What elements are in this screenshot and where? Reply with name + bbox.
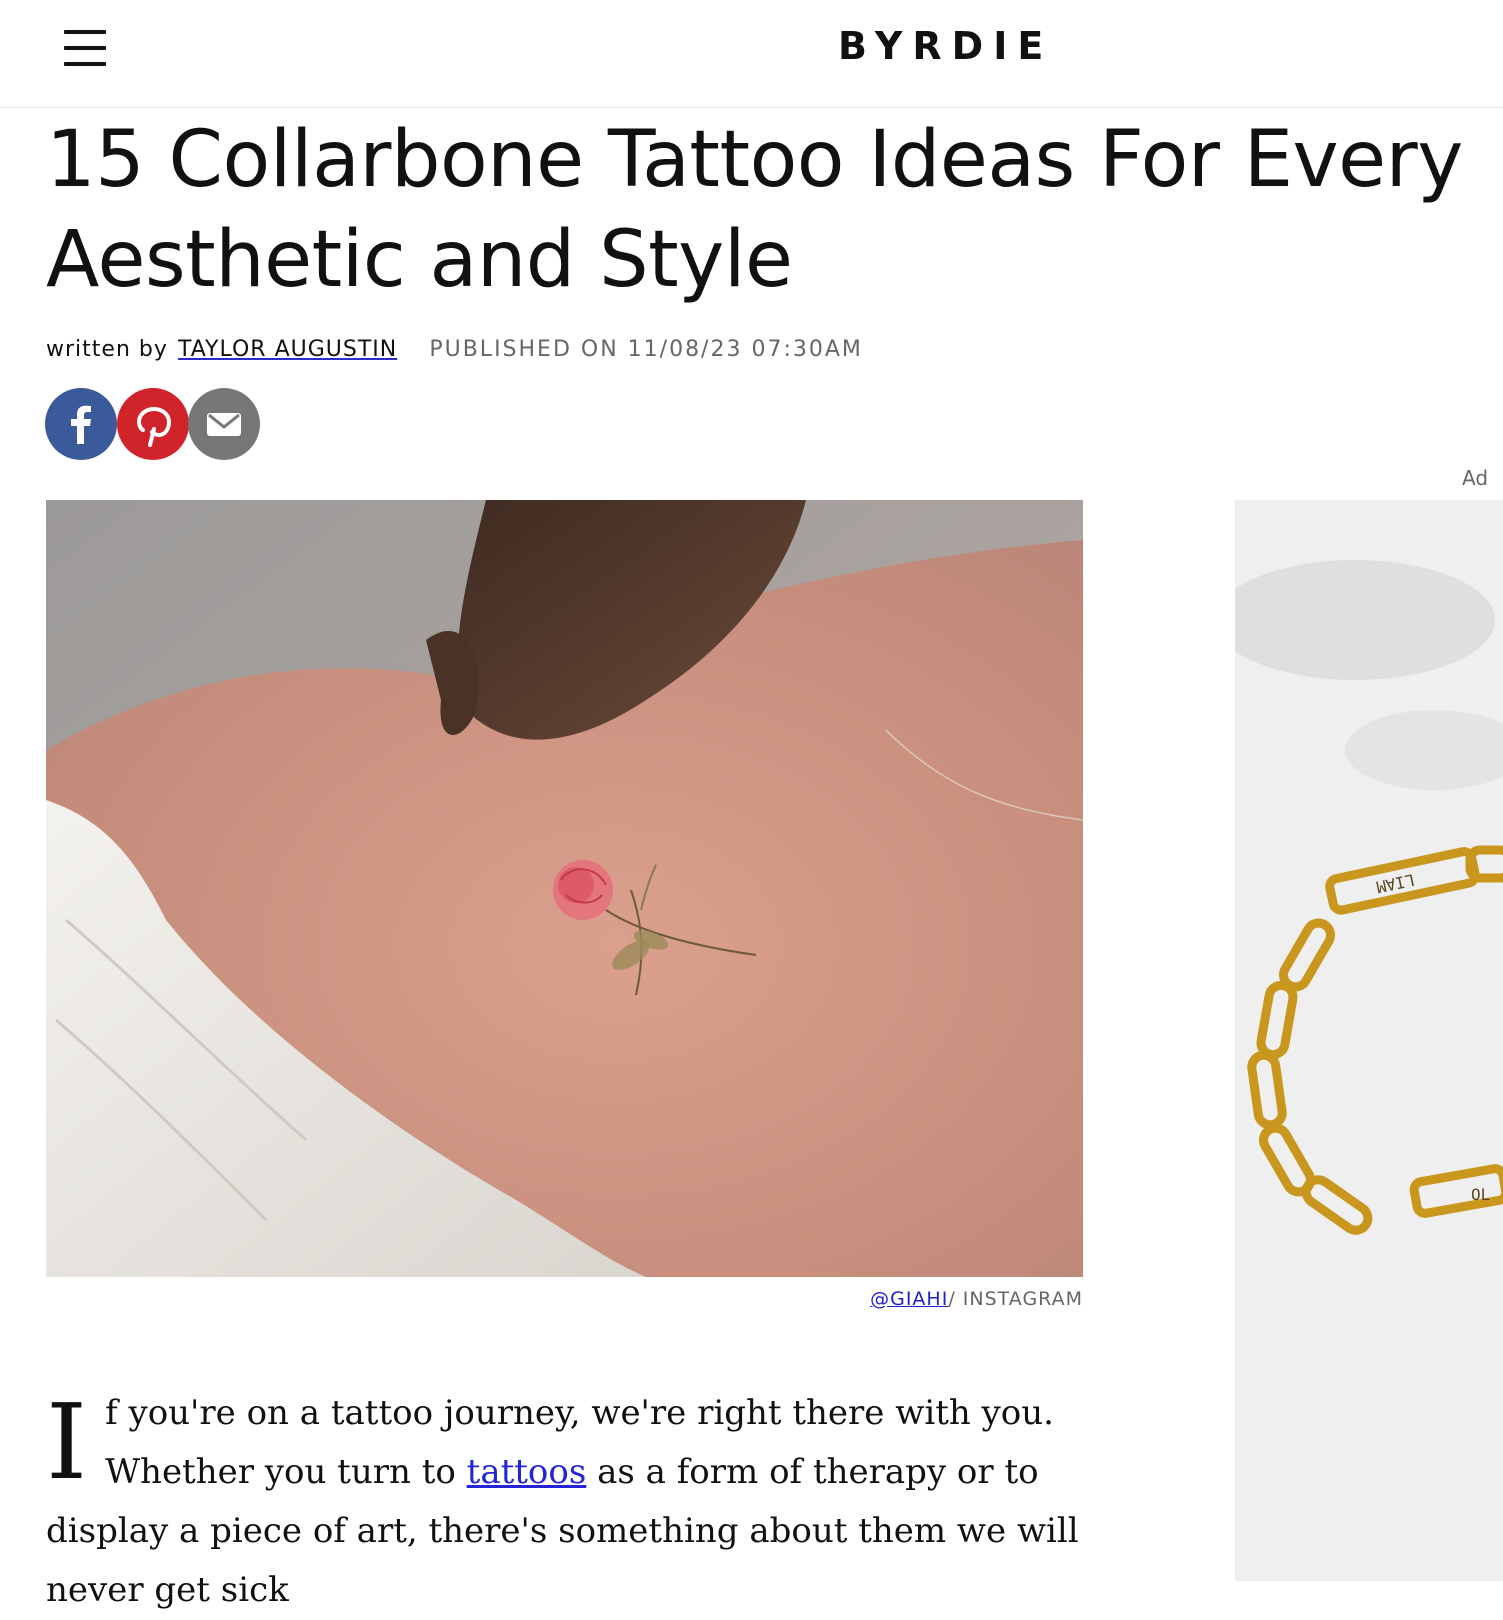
byline-prefix: written by <box>46 337 168 362</box>
article-body: If you're on a tattoo journey, we're rig… <box>46 1384 1083 1620</box>
pinterest-share-button[interactable] <box>117 388 189 460</box>
facebook-icon <box>71 405 91 444</box>
article-byline: written by TAYLOR AUGUSTIN PUBLISHED ON … <box>46 336 863 363</box>
publish-date: PUBLISHED ON 11/08/23 07:30AM <box>429 337 863 362</box>
drop-cap: I <box>46 1381 88 1503</box>
pinterest-icon <box>136 406 172 447</box>
email-icon <box>207 413 241 436</box>
caption-handle-link[interactable]: @GIAHI <box>870 1288 948 1310</box>
caption-source: / INSTAGRAM <box>948 1288 1083 1310</box>
site-logo[interactable]: BYRDIE <box>838 24 1053 68</box>
image-caption: @GIAHI/ INSTAGRAM <box>46 1288 1083 1310</box>
facebook-share-button[interactable] <box>45 388 117 460</box>
tattoos-link[interactable]: tattoos <box>467 1452 587 1492</box>
article-title: 15 Collarbone Tattoo Ideas For Every Aes… <box>46 115 1463 305</box>
advertisement[interactable]: LIAM OL <box>1235 500 1503 1581</box>
hero-image <box>46 500 1083 1277</box>
ad-label: Ad <box>1462 466 1489 490</box>
hamburger-menu-icon[interactable] <box>64 28 106 68</box>
site-header: BYRDIE <box>0 0 1503 108</box>
email-share-button[interactable] <box>188 388 260 460</box>
ad-tag-text-2: OL <box>1471 1185 1490 1204</box>
author-link[interactable]: TAYLOR AUGUSTIN <box>178 337 397 362</box>
